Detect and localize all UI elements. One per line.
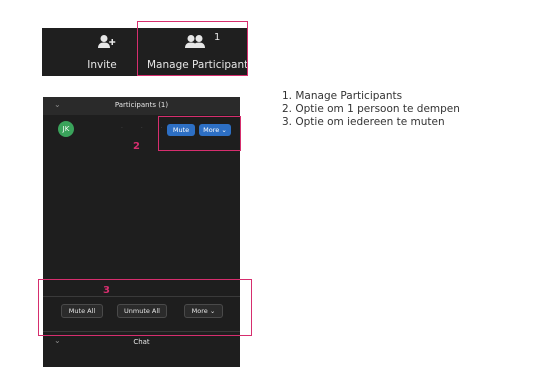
legend: 1. Manage Participants 2. Optie om 1 per…: [282, 90, 522, 129]
legend-item: 2. Optie om 1 persoon te dempen: [282, 103, 460, 115]
annotation-number-3: 3: [103, 285, 110, 296]
invite-label: Invite: [87, 59, 117, 71]
highlight-box-mute-all: [38, 279, 252, 336]
legend-item: 1. Manage Participants: [282, 90, 403, 102]
highlight-box-manage-participants: [137, 21, 248, 76]
add-person-icon: [98, 35, 116, 48]
panel-header: ⌄ Participants (1): [43, 97, 240, 115]
highlight-box-mute-one: [158, 116, 241, 151]
chat-title: Chat: [133, 338, 150, 346]
annotation-number-2: 2: [133, 141, 140, 152]
avatar: JK: [58, 121, 74, 137]
legend-item: 3. Optie om iedereen te muten: [282, 116, 445, 128]
panel-title: Participants (1): [114, 101, 169, 109]
